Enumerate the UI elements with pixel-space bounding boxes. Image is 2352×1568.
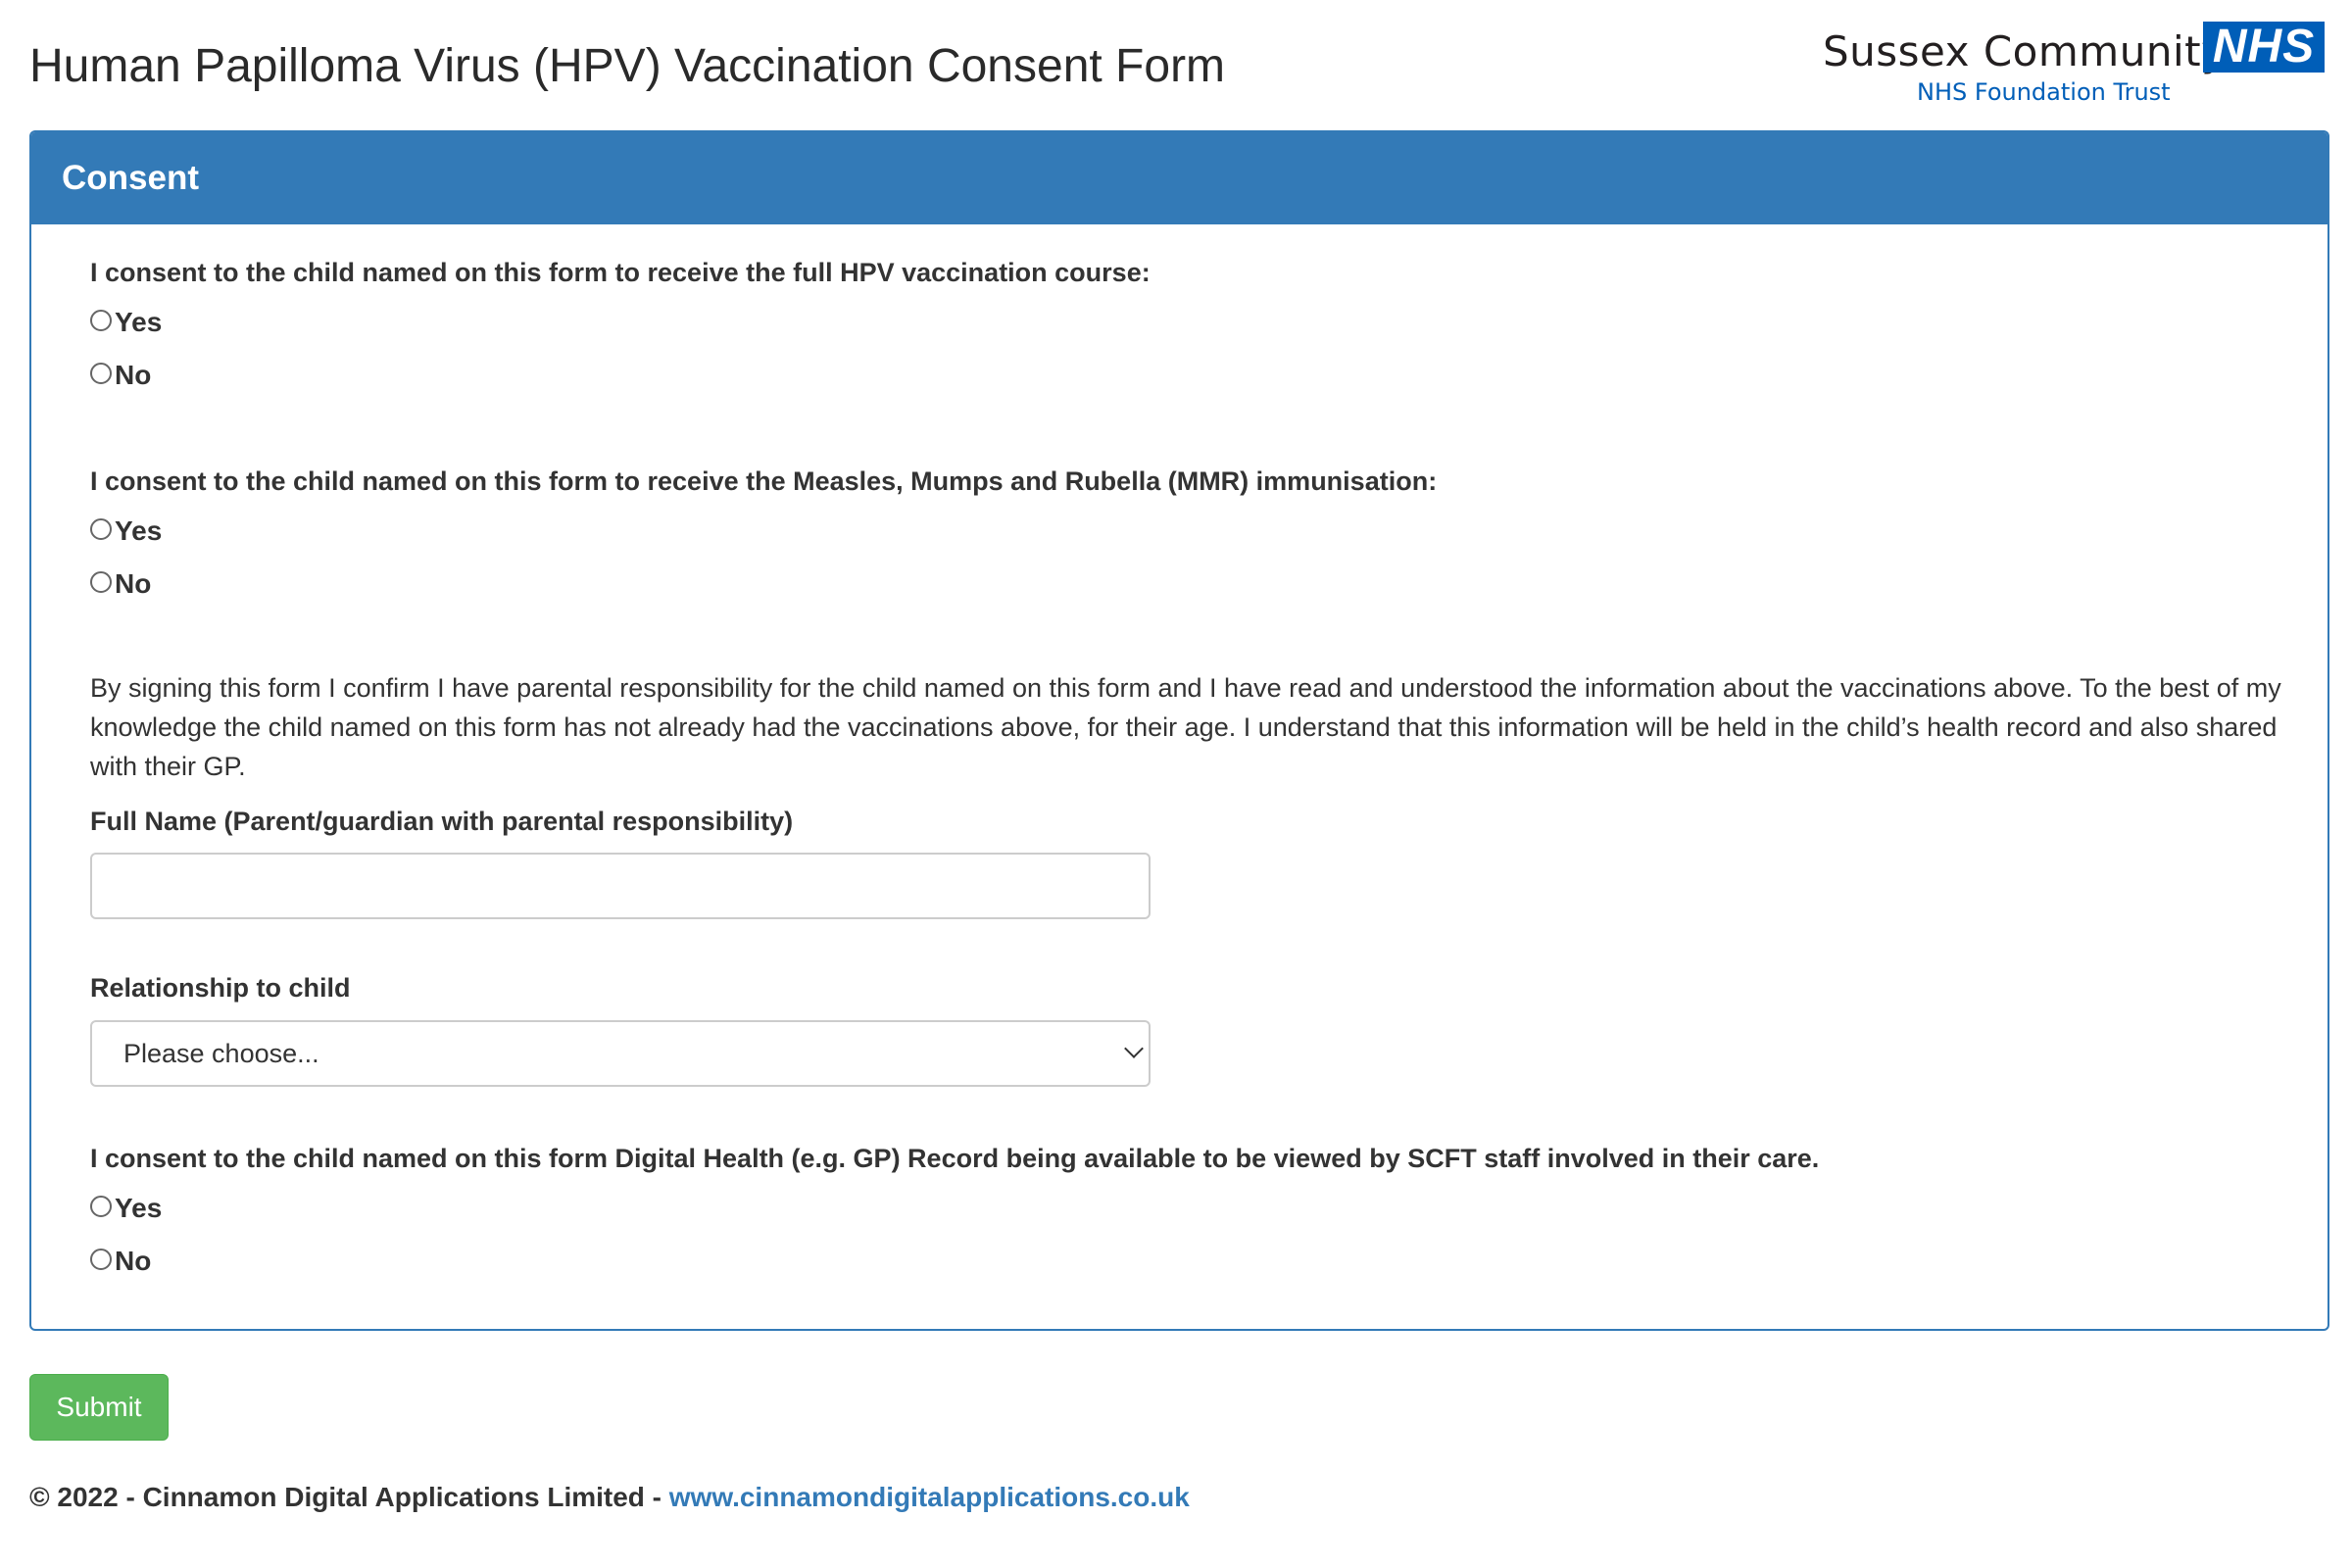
mmr-no-option[interactable]: No (90, 568, 151, 600)
nhs-trust-logo: Sussex Community NHS NHS Foundation Trus… (1823, 20, 2332, 110)
mmr-yes-label[interactable]: Yes (115, 515, 162, 547)
panel-heading: Consent (31, 132, 2328, 224)
hpv-consent-question: I consent to the child named on this for… (90, 258, 1151, 287)
record-yes-label[interactable]: Yes (115, 1193, 162, 1224)
hpv-no-option[interactable]: No (90, 360, 151, 391)
consent-panel: Consent I consent to the child named on … (29, 130, 2329, 1331)
record-yes-radio[interactable] (90, 1196, 112, 1217)
full-name-input[interactable] (90, 853, 1151, 919)
record-yes-option[interactable]: Yes (90, 1193, 162, 1224)
full-name-label: Full Name (Parent/guardian with parental… (90, 807, 794, 836)
record-consent-question: I consent to the child named on this for… (90, 1144, 1820, 1173)
mmr-no-radio[interactable] (90, 571, 112, 593)
hpv-no-label[interactable]: No (115, 360, 151, 391)
record-no-option[interactable]: No (90, 1246, 151, 1277)
mmr-consent-question: I consent to the child named on this for… (90, 466, 1438, 496)
submit-button[interactable]: Submit (29, 1374, 169, 1441)
record-no-label[interactable]: No (115, 1246, 151, 1277)
nhs-logo-mark: NHS (2203, 22, 2325, 73)
footer-copyright: © 2022 - Cinnamon Digital Applications L… (29, 1482, 669, 1512)
footer: © 2022 - Cinnamon Digital Applications L… (29, 1482, 1190, 1513)
hpv-yes-label[interactable]: Yes (115, 307, 162, 338)
page-title: Human Papilloma Virus (HPV) Vaccination … (29, 40, 1226, 92)
hpv-yes-radio[interactable] (90, 310, 112, 331)
hpv-no-radio[interactable] (90, 363, 112, 384)
mmr-yes-radio[interactable] (90, 518, 112, 540)
relationship-label: Relationship to child (90, 973, 351, 1003)
mmr-no-label[interactable]: No (115, 568, 151, 600)
relationship-selected-value: Please choose... (123, 1039, 319, 1068)
mmr-yes-option[interactable]: Yes (90, 515, 162, 547)
declaration-text: By signing this form I confirm I have pa… (90, 673, 2281, 781)
logo-org-name: Sussex Community (1823, 27, 2227, 75)
hpv-yes-option[interactable]: Yes (90, 307, 162, 338)
relationship-select[interactable]: Please choose... (90, 1020, 1151, 1087)
footer-website-link[interactable]: www.cinnamondigitalapplications.co.uk (669, 1482, 1190, 1512)
record-no-radio[interactable] (90, 1249, 112, 1270)
logo-trust-name: NHS Foundation Trust (1917, 78, 2171, 106)
chevron-down-icon (1124, 1039, 1144, 1058)
